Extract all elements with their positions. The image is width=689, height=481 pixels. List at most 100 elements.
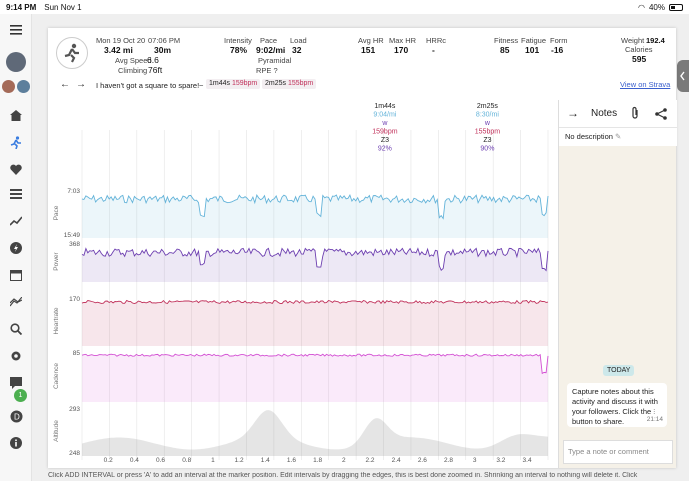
distance-tick: 2.6 — [418, 457, 427, 464]
status-date: Sun Nov 1 — [44, 2, 82, 12]
fitness-label: Fitness — [494, 36, 519, 45]
distance-tick: 0.2 — [104, 457, 113, 464]
interval-pill-1-bpm: 159bpm — [231, 80, 258, 87]
notes-title: Notes — [591, 108, 618, 119]
distance-tick: 2.2 — [365, 457, 374, 464]
climbing-label: Climbing — [118, 66, 148, 75]
tick-label-top: 7:03 — [67, 188, 80, 195]
home-icon[interactable] — [8, 107, 24, 123]
fatigue-label: Fatigue — [521, 36, 547, 45]
interval-pill-2[interactable]: 2m25s 155bpm — [262, 79, 317, 89]
notes-message-text: Capture notes about this activity and di… — [572, 387, 658, 416]
distance-tick: 1.4 — [261, 457, 270, 464]
form-label: Form — [550, 36, 568, 45]
distance-tick: 2.4 — [392, 457, 401, 464]
interval-label-1: Z3 — [381, 137, 389, 144]
notes-message-end: button to share. — [572, 417, 625, 426]
fatigue-value: 101 — [525, 45, 540, 55]
activity-title[interactable]: I haven't got a square to spare! — [96, 81, 199, 90]
pace-value: 9:02/mi — [256, 45, 286, 55]
compare-icon[interactable] — [8, 294, 24, 310]
trend-icon[interactable] — [8, 213, 24, 229]
no-description[interactable]: No description ✎ — [559, 128, 677, 146]
interval-label-1: 159bpm — [372, 129, 397, 136]
running-icon — [56, 37, 88, 69]
avg-speed-value: 6.6 — [147, 55, 159, 65]
climbing-value: 76ft — [148, 65, 163, 75]
rpe-label[interactable]: RPE ? — [256, 66, 278, 75]
status-bar: 9:14 PM Sun Nov 1 ◠ 40% — [0, 0, 689, 14]
edit-icon[interactable]: ✎ — [615, 132, 621, 141]
activity-chart[interactable]: 7:03 15:49 Pace 368 Power 170 Heartrate 85 Caden… — [48, 100, 558, 468]
distance-tick: 0.8 — [182, 457, 191, 464]
svg-text:D: D — [14, 412, 20, 421]
calendar-icon[interactable] — [8, 267, 24, 283]
avatar-small-1[interactable] — [2, 80, 15, 93]
running-icon[interactable] — [8, 134, 24, 150]
search-icon[interactable] — [8, 321, 24, 337]
no-description-text: No description — [565, 132, 613, 141]
help-footer: Click ADD INTERVAL or press 'A' to add a… — [48, 472, 638, 479]
notes-header: → Notes — [559, 100, 677, 128]
form-value: -16 — [551, 45, 564, 55]
battery-icon — [669, 3, 683, 11]
distance-tick: 1.8 — [313, 457, 322, 464]
close-notes-arrow-icon[interactable]: → — [567, 106, 579, 120]
interval-label-2: 155bpm — [475, 129, 500, 136]
status-time: 9:14 PM — [6, 2, 37, 12]
tick-label-top: 85 — [73, 350, 81, 357]
heart-icon[interactable] — [8, 161, 24, 177]
interval-label-2: 90% — [480, 146, 494, 153]
interval-label-2: Z3 — [483, 137, 491, 144]
comment-input[interactable]: Type a note or comment — [563, 440, 673, 464]
notes-message: Capture notes about this activity and di… — [567, 383, 667, 427]
distance-tick: 2.8 — [444, 457, 453, 464]
interval-label-1: 1m44s — [374, 103, 396, 110]
intensity-value: 78% — [230, 45, 248, 55]
chart-canvas[interactable]: 7:03 15:49 Pace 368 Power 170 Heartrate 85 Caden… — [48, 100, 558, 468]
distance-tick: 1.2 — [235, 457, 244, 464]
interval-highlight-1 — [370, 130, 399, 460]
panel-label-pace: Pace — [53, 205, 60, 220]
coin-icon[interactable]: D — [8, 408, 24, 424]
tick-label-bottom: 15:49 — [64, 232, 81, 239]
avatar-small-2[interactable] — [17, 80, 30, 93]
tick-label-top: 293 — [69, 406, 80, 413]
scroll-tab[interactable] — [677, 60, 689, 92]
prev-arrow-icon[interactable]: ← — [60, 79, 70, 90]
load-value[interactable]: 32 — [292, 45, 301, 55]
distance-tick: 3.2 — [496, 457, 505, 464]
wifi-icon: ◠ — [638, 2, 645, 12]
menu-icon[interactable] — [8, 22, 24, 38]
info-icon[interactable] — [8, 435, 24, 451]
weight-label: Weight — [621, 36, 645, 45]
tick-label-top: 170 — [69, 296, 80, 303]
notification-badge: 1 — [14, 389, 27, 402]
panel-label-heartrate: Heartrate — [53, 307, 60, 334]
distance-tick: 2 — [342, 457, 346, 464]
settings-icon[interactable] — [8, 348, 24, 364]
attach-icon[interactable] — [631, 106, 639, 124]
calories-label: Calories — [625, 45, 653, 54]
hrrc-label: HRRc — [426, 36, 446, 45]
interval-pill-1[interactable]: 1m44s 159bpm — [206, 79, 261, 89]
avatar[interactable] — [6, 52, 26, 72]
activity-card: Mon 19 Oct 20 07:06 PM 3.42 mi 30m Avg S… — [48, 28, 677, 468]
series-area-cadence — [82, 354, 548, 402]
bolt-icon[interactable] — [8, 240, 24, 256]
list-icon[interactable] — [8, 186, 24, 202]
distance-tick: 0.6 — [156, 457, 165, 464]
interval-label-2: 2m25s — [477, 103, 499, 110]
calories-value: 595 — [632, 54, 647, 64]
activity-distance[interactable]: 3.42 mi — [104, 45, 133, 55]
avg-hr-label: Avg HR — [358, 36, 384, 45]
activity-duration: 30m — [154, 45, 172, 55]
share-icon[interactable] — [655, 107, 667, 125]
distance-tick: 3 — [473, 457, 477, 464]
panel-label-cadence: Cadence — [53, 363, 60, 389]
strava-link[interactable]: View on Strava — [620, 80, 670, 89]
notes-message-time: 21:14 — [646, 416, 663, 423]
next-arrow-icon[interactable]: → — [76, 79, 86, 90]
distance-tick: 0.4 — [130, 457, 139, 464]
weight-value[interactable]: 192.4 — [646, 36, 665, 45]
